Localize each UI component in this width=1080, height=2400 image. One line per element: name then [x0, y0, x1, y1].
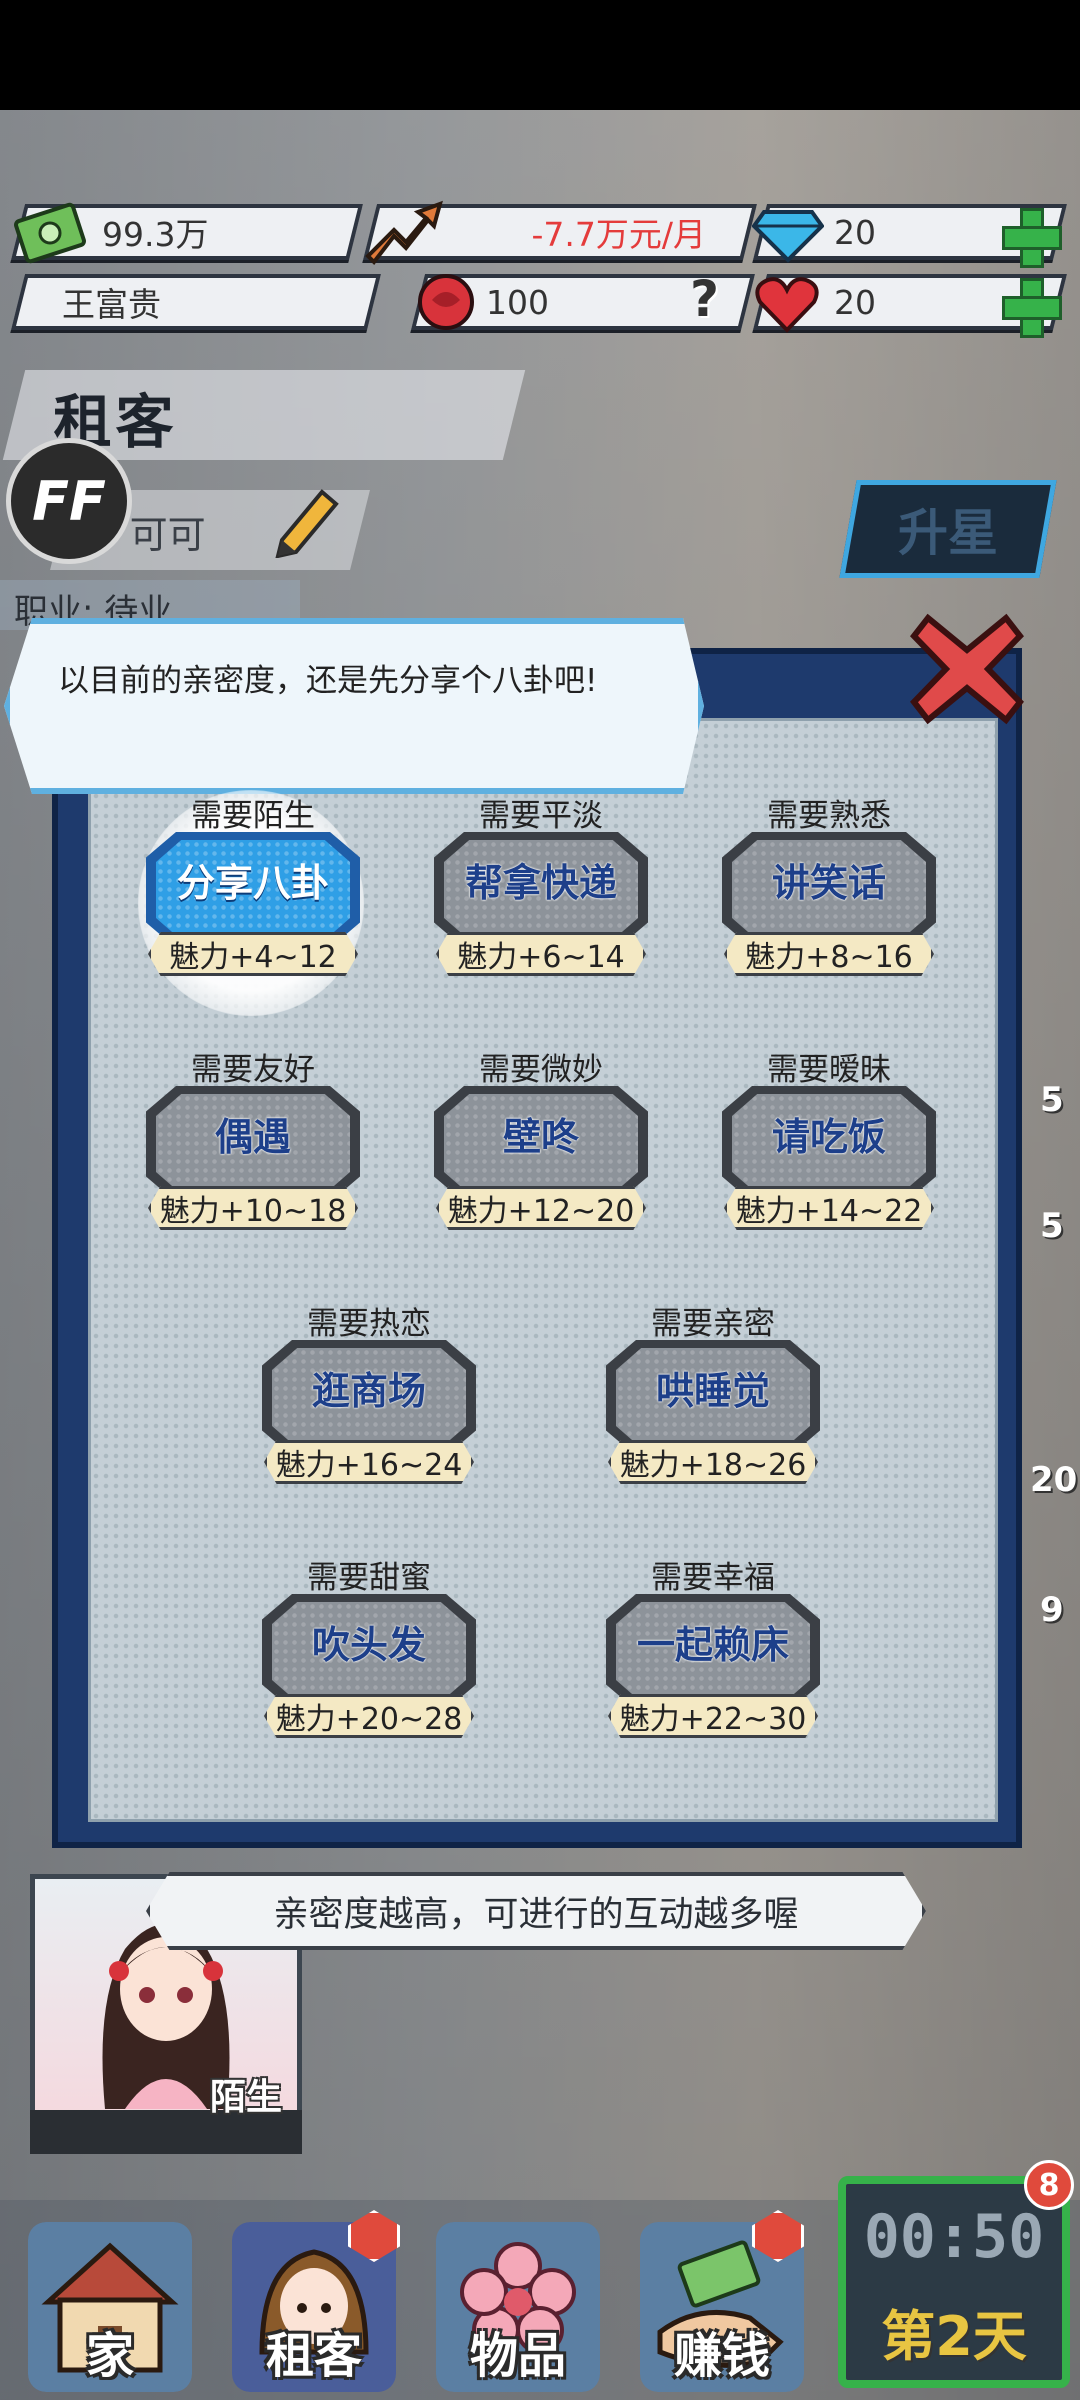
action-share-gossip[interactable]: 需要陌生 分享八卦 魅力+4~12	[138, 790, 368, 980]
action-label: 帮拿快递	[464, 860, 617, 905]
pencil-icon[interactable]	[268, 478, 348, 558]
add-hearts-button[interactable]	[1002, 278, 1062, 338]
hearts-value: 20	[834, 282, 876, 322]
action-label: 分享八卦	[176, 860, 329, 905]
monthly-change-value: -7.7万元/月	[531, 215, 706, 254]
money-value: 99.3万	[102, 215, 209, 254]
action-requirement: 需要亲密	[651, 1306, 775, 1342]
action-label: 壁咚	[502, 1114, 579, 1159]
nav-items[interactable]: 物品	[436, 2222, 600, 2392]
nav-home[interactable]: 家	[28, 2222, 192, 2392]
action-label: 请吃饭	[771, 1114, 886, 1159]
day-clock[interactable]: 00:50 第2天	[838, 2176, 1070, 2388]
action-tell-joke[interactable]: 需要熟悉 讲笑话 魅力+8~16	[714, 790, 944, 980]
action-requirement: 需要热恋	[307, 1306, 431, 1342]
add-diamonds-button[interactable]	[1002, 208, 1062, 268]
nav-earn-label: 赚钱	[673, 2328, 770, 2384]
action-requirement: 需要熟悉	[767, 798, 891, 834]
action-label: 讲笑话	[771, 860, 886, 905]
action-button[interactable]: 逛商场	[272, 1348, 466, 1448]
clock-time: 00:50	[863, 2202, 1045, 2272]
action-sleep-in[interactable]: 需要幸福 一起赖床 魅力+22~30	[598, 1552, 828, 1742]
action-go-mall[interactable]: 需要热恋 逛商场 魅力+16~24	[254, 1298, 484, 1488]
player-name-bar: 王富贵	[11, 274, 381, 330]
tenant-name: 可可	[129, 513, 206, 557]
action-stat: 魅力+20~28	[264, 1694, 474, 1738]
diamond-value: 20	[834, 212, 876, 252]
speech-bubble	[4, 618, 704, 794]
action-stat: 魅力+22~30	[608, 1694, 818, 1738]
action-label: 吹头发	[311, 1622, 426, 1667]
money-stack-icon	[14, 202, 86, 264]
action-stat: 魅力+10~18	[148, 1186, 358, 1230]
action-requirement: 需要平淡	[479, 798, 603, 834]
status-bar	[0, 0, 1080, 110]
nav-tenant-label: 租客	[265, 2328, 362, 2384]
side-value-1: 5	[1040, 1080, 1064, 1120]
action-button[interactable]: 偶遇	[156, 1094, 350, 1194]
upgrade-star-label: 升星	[898, 504, 998, 562]
rose-icon	[418, 274, 474, 330]
clock-badge: 8	[1024, 2160, 1074, 2210]
action-button[interactable]: 帮拿快递	[444, 840, 638, 940]
clock-day: 第2天	[881, 2305, 1027, 2368]
action-requirement: 需要甜蜜	[307, 1560, 431, 1596]
nav-home-label: 家	[85, 2328, 134, 2384]
action-button[interactable]: 请吃饭	[732, 1094, 926, 1194]
player-name: 王富贵	[62, 285, 161, 324]
trend-arrow-icon	[365, 200, 443, 266]
action-button[interactable]: 一起赖床	[616, 1602, 810, 1702]
action-button[interactable]: 讲笑话	[732, 840, 926, 940]
action-fetch-parcel[interactable]: 需要平淡 帮拿快递 魅力+6~14	[426, 790, 656, 980]
action-requirement: 需要陌生	[191, 798, 315, 834]
side-value-2: 5	[1040, 1206, 1064, 1246]
action-stat: 魅力+16~24	[264, 1440, 474, 1484]
side-value-3: 20	[1030, 1460, 1078, 1500]
action-lull-sleep[interactable]: 需要亲密 哄睡觉 魅力+18~26	[598, 1298, 828, 1488]
diamond-icon	[752, 210, 824, 263]
help-icon[interactable]: ?	[690, 270, 719, 328]
action-wall-pin[interactable]: 需要微妙 壁咚 魅力+12~20	[426, 1044, 656, 1234]
action-blow-dry[interactable]: 需要甜蜜 吹头发 魅力+20~28	[254, 1552, 484, 1742]
action-label: 哄睡觉	[655, 1368, 770, 1413]
action-stat: 魅力+14~22	[724, 1186, 934, 1230]
action-requirement: 需要微妙	[479, 1052, 603, 1088]
action-requirement: 需要幸福	[651, 1560, 775, 1596]
action-label: 偶遇	[214, 1114, 291, 1159]
hint-banner: 亲密度越高，可进行的互动越多喔	[146, 1872, 926, 1950]
ff-badge[interactable]: FF	[6, 438, 132, 564]
action-stat: 魅力+6~14	[436, 932, 646, 976]
action-chance-meet[interactable]: 需要友好 偶遇 魅力+10~18	[138, 1044, 368, 1234]
action-stat: 魅力+12~20	[436, 1186, 646, 1230]
nav-items-label: 物品	[469, 2328, 566, 2384]
action-treat-meal[interactable]: 需要暧昧 请吃饭 魅力+14~22	[714, 1044, 944, 1234]
action-button[interactable]: 哄睡觉	[616, 1348, 810, 1448]
close-icon[interactable]	[908, 610, 1026, 728]
action-label: 逛商场	[311, 1368, 426, 1413]
action-button[interactable]: 分享八卦	[156, 840, 350, 940]
side-value-4: 9	[1040, 1590, 1064, 1630]
action-stat: 魅力+18~26	[608, 1440, 818, 1484]
upgrade-star-button[interactable]: 升星	[839, 480, 1057, 578]
action-button[interactable]: 壁咚	[444, 1094, 638, 1194]
fame-value: 100	[486, 282, 549, 322]
heart-icon	[755, 277, 819, 333]
action-button[interactable]: 吹头发	[272, 1602, 466, 1702]
action-requirement: 需要友好	[191, 1052, 315, 1088]
speech-text: 以目前的亲密度，还是先分享个八卦吧!	[58, 663, 598, 699]
action-stat: 魅力+4~12	[148, 932, 358, 976]
relation-tag: 陌生	[210, 2077, 283, 2118]
action-stat: 魅力+8~16	[724, 932, 934, 976]
action-requirement: 需要暧昧	[767, 1052, 891, 1088]
action-label: 一起赖床	[636, 1622, 789, 1667]
